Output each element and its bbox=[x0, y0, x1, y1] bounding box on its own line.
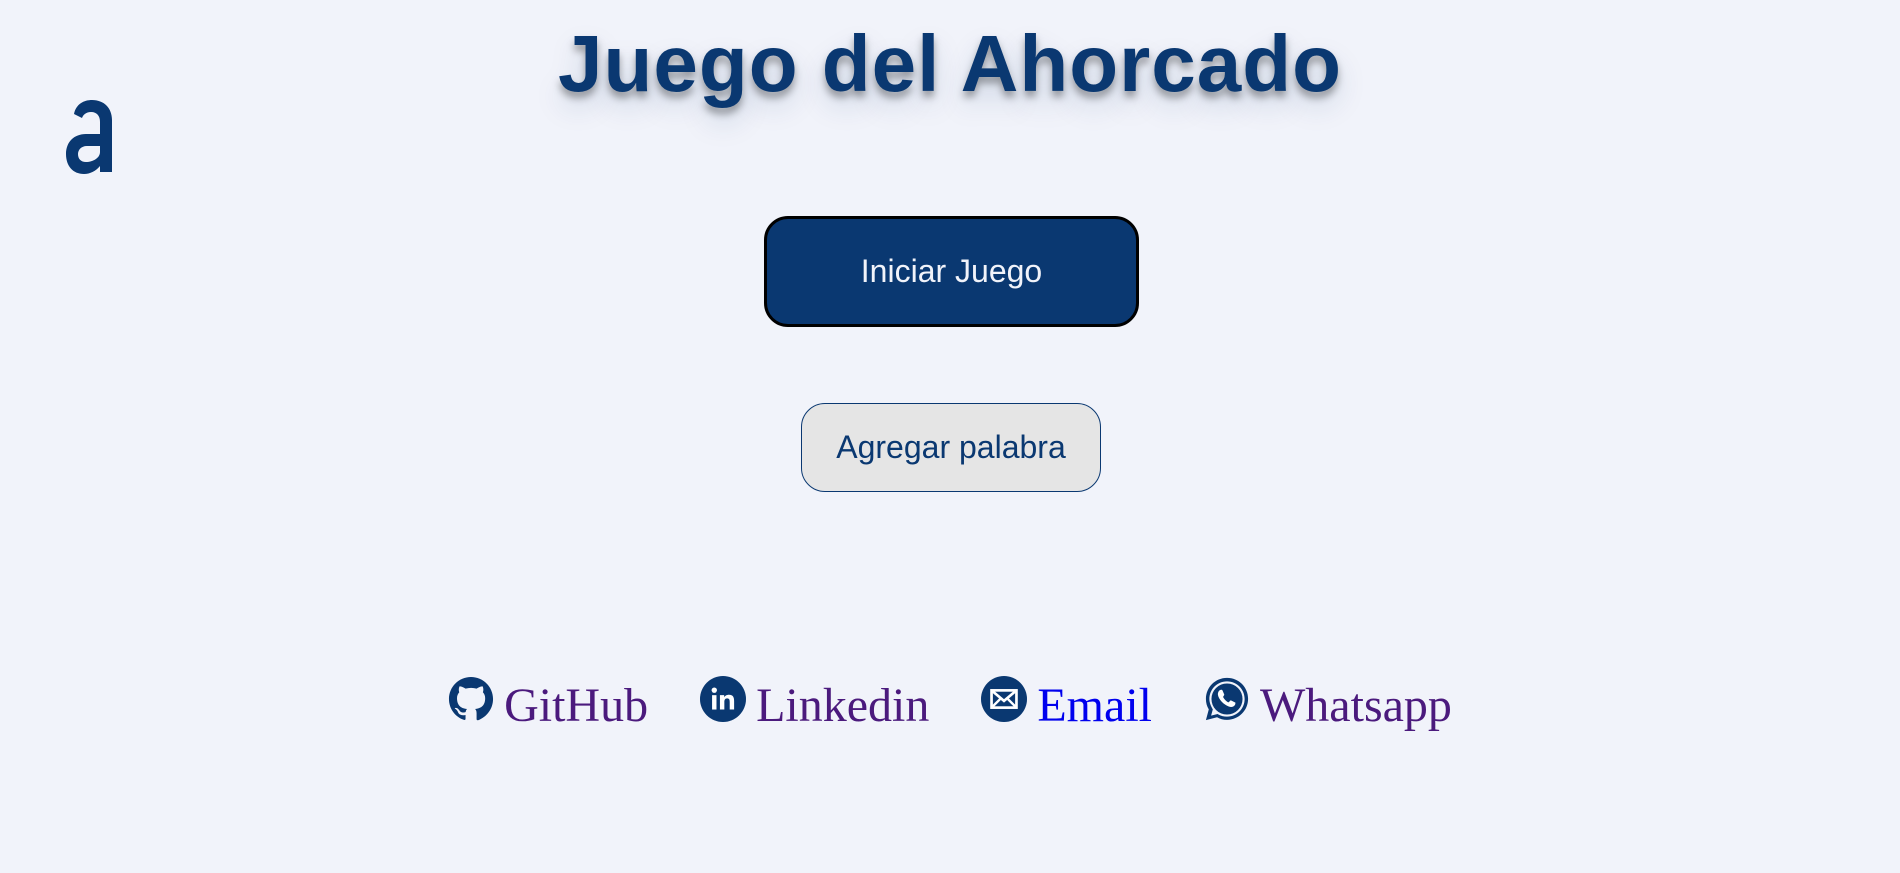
linkedin-icon bbox=[700, 675, 747, 722]
github-link-label: GitHub bbox=[504, 679, 649, 732]
page-title: Juego del Ahorcado bbox=[557, 19, 1342, 108]
linkedin-link-label: Linkedin bbox=[756, 679, 930, 732]
add-word-button[interactable]: Agregar palabra bbox=[801, 403, 1101, 492]
email-icon bbox=[981, 675, 1028, 722]
linkedin-link[interactable]: Linkedin bbox=[700, 675, 930, 733]
github-icon bbox=[449, 676, 494, 720]
social-links: GitHub Linkedin Email Whatsapp bbox=[0, 675, 1900, 733]
github-link[interactable]: GitHub bbox=[448, 676, 649, 733]
whatsapp-link-label: Whatsapp bbox=[1260, 679, 1452, 732]
start-game-button[interactable]: Iniciar Juego bbox=[764, 216, 1139, 327]
email-link-label: Email bbox=[1037, 679, 1152, 732]
email-link[interactable]: Email bbox=[981, 675, 1152, 733]
whatsapp-icon bbox=[1205, 677, 1249, 720]
whatsapp-link[interactable]: Whatsapp bbox=[1204, 677, 1452, 733]
